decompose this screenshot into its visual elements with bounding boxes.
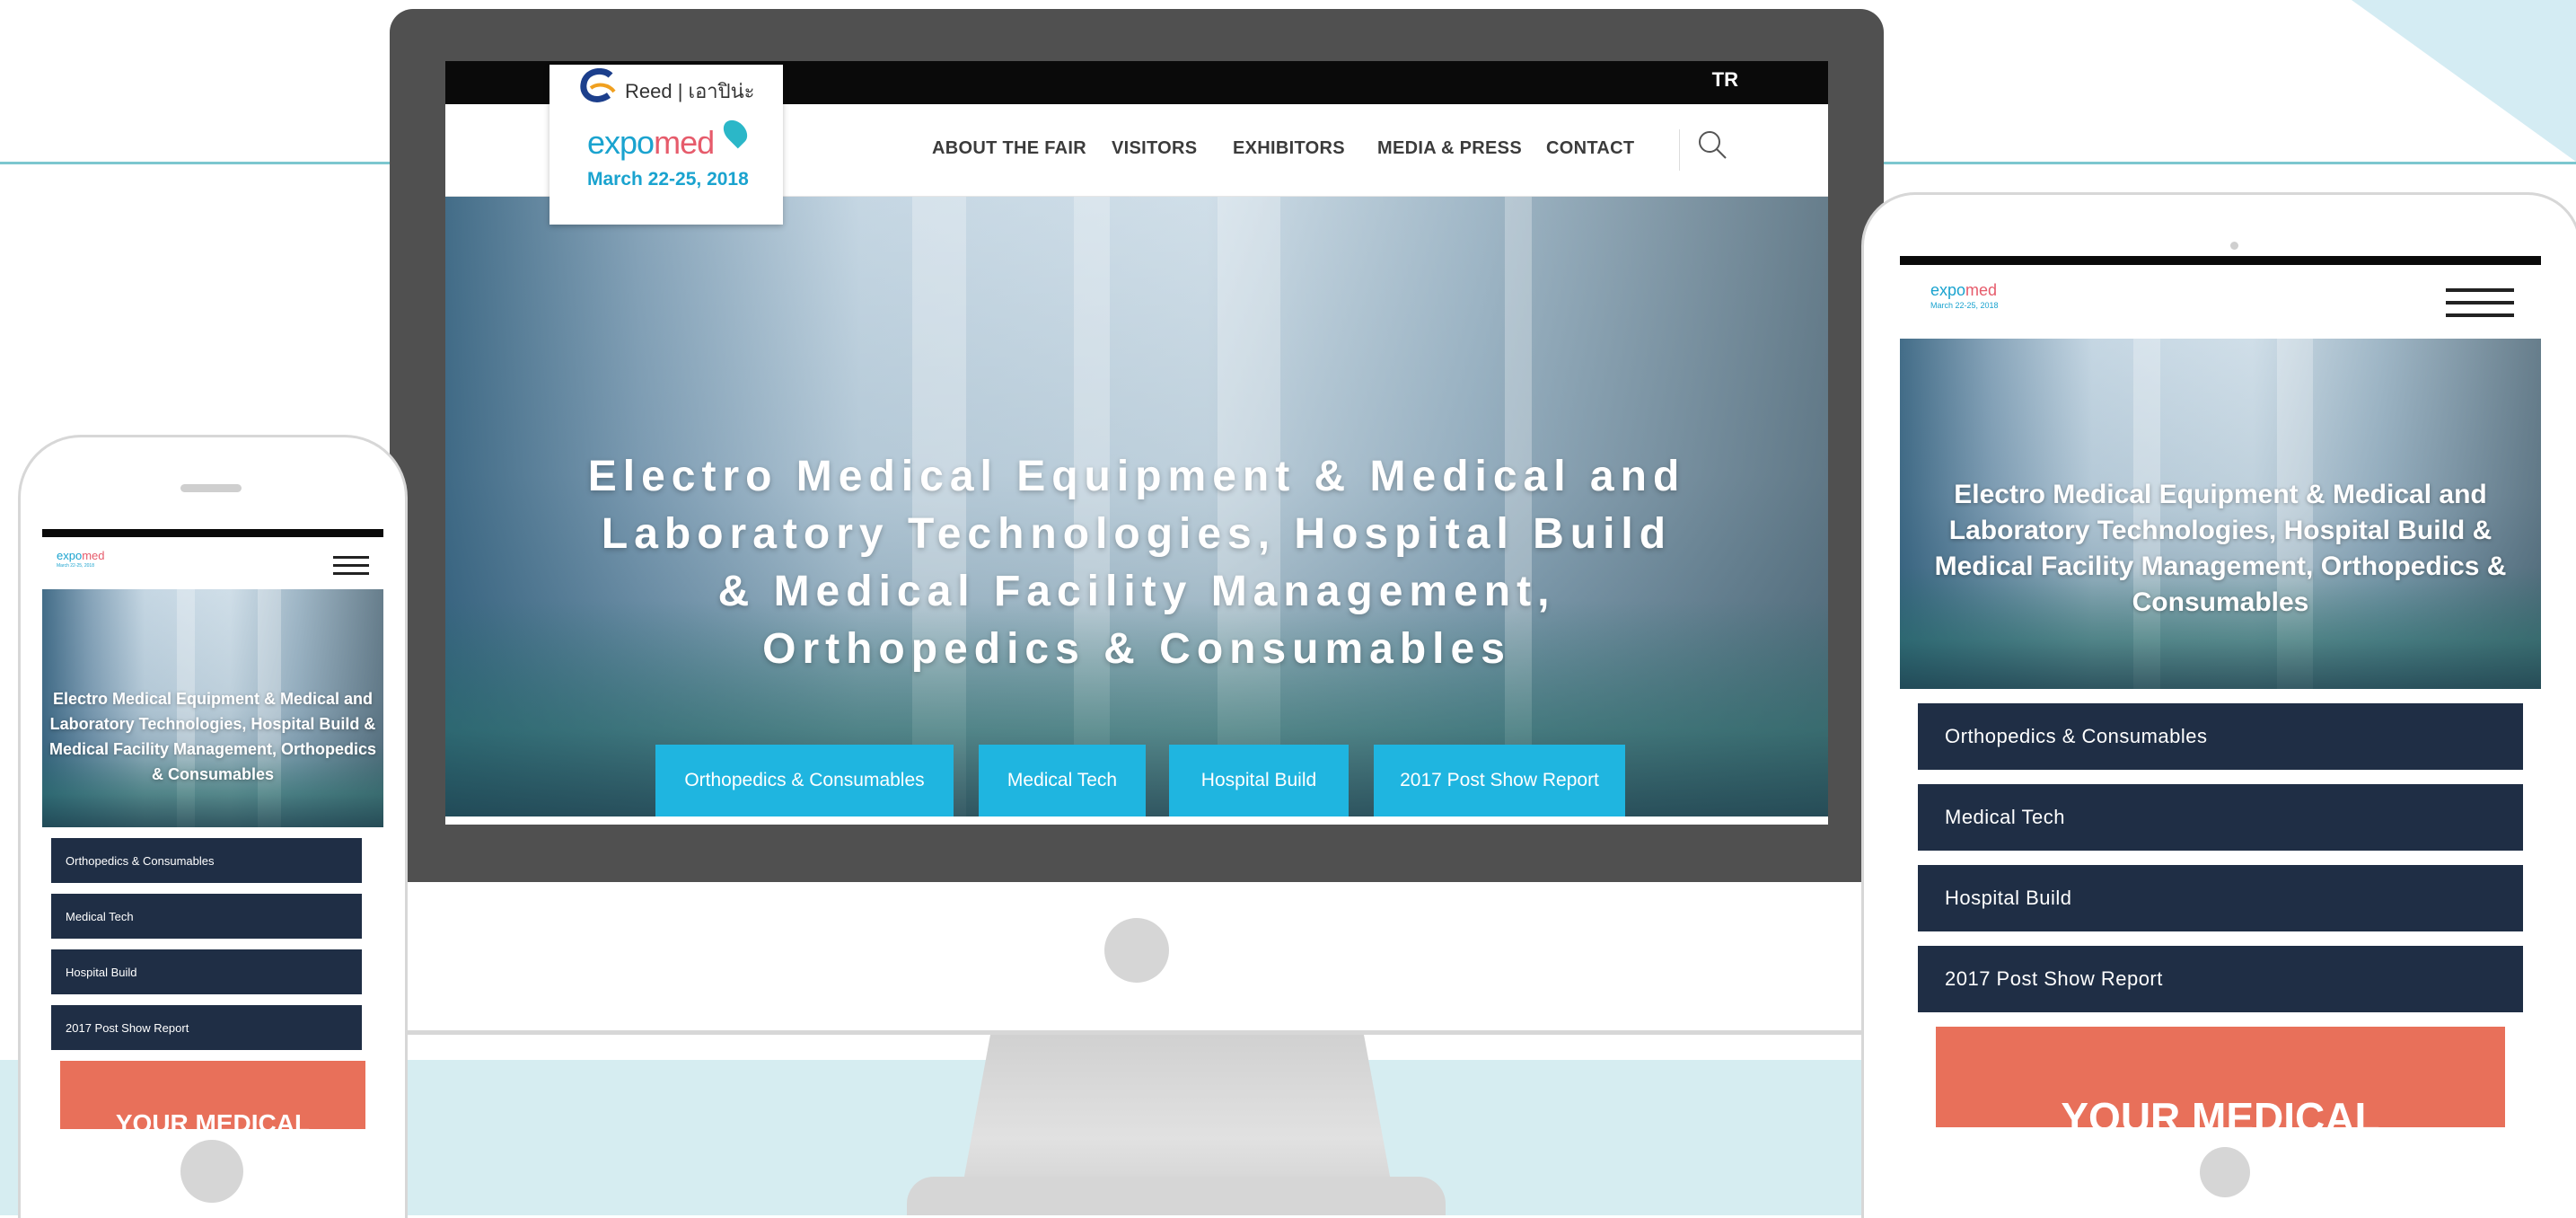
tablet-button-post-show-report[interactable]: 2017 Post Show Report [1918, 946, 2523, 1012]
phone-hero-title: Electro Medical Equipment & Medical and … [48, 690, 377, 783]
phone-logo[interactable]: expomed [57, 549, 105, 562]
phone-button-post-show-report[interactable]: 2017 Post Show Report [51, 1005, 362, 1050]
tablet-device: expomed March 22-25, 2018 Electro Medica… [1861, 192, 2576, 1218]
tablet-button-medical-tech[interactable]: Medical Tech [1918, 784, 2523, 851]
phone-device: expomed March 22-25, 2018 Electro Medica… [18, 435, 408, 1218]
phone-button-orthopedics[interactable]: Orthopedics & Consumables [51, 838, 362, 883]
tablet-home-button [2200, 1147, 2250, 1197]
tablet-hero-title: Electro Medical Equipment & Medical and … [1934, 480, 2507, 617]
phone-hero: Electro Medical Equipment & Medical and … [42, 589, 383, 827]
monitor-stand-base [907, 1177, 1446, 1215]
hero-button-hospital-build[interactable]: Hospital Build [1169, 745, 1349, 816]
tablet-button-hospital-build[interactable]: Hospital Build [1918, 865, 2523, 931]
tablet-hero: Electro Medical Equipment & Medical and … [1900, 339, 2541, 689]
search-icon[interactable] [1697, 129, 1728, 160]
nav-visitors[interactable]: VISITORS [1112, 138, 1197, 159]
tablet-topbar [1900, 256, 2541, 265]
phone-home-button [180, 1140, 243, 1203]
tablet-logo-date: March 22-25, 2018 [1930, 301, 1999, 310]
phone-logo-date: March 22-25, 2018 [57, 563, 94, 569]
expomed-wordmark: expomed [587, 124, 715, 161]
reed-suffix: เอาปิน่ะ [688, 80, 755, 102]
phone-screen: expomed March 22-25, 2018 Electro Medica… [42, 529, 383, 1129]
hero-button-medical-tech[interactable]: Medical Tech [979, 745, 1146, 816]
location-pin-icon [718, 115, 752, 149]
phone-topbar [42, 529, 383, 537]
nav-contact[interactable]: CONTACT [1546, 138, 1634, 159]
tablet-camera [2230, 242, 2238, 250]
event-date: March 22-25, 2018 [587, 169, 749, 190]
reed-logo-icon [580, 68, 616, 102]
hero-button-orthopedics[interactable]: Orthopedics & Consumables [655, 745, 954, 816]
tablet-menu-icon[interactable] [2446, 288, 2514, 317]
nav-media-press[interactable]: MEDIA & PRESS [1377, 138, 1522, 159]
tablet-button-orthopedics[interactable]: Orthopedics & Consumables [1918, 703, 2523, 770]
tablet-cta-banner[interactable]: YOUR MEDICAL [1936, 1027, 2505, 1127]
background-triangle [2352, 0, 2576, 162]
tablet-logo[interactable]: expomed [1930, 281, 1997, 300]
tablet-screen: expomed March 22-25, 2018 Electro Medica… [1900, 256, 2541, 1127]
phone-cta-banner[interactable]: YOUR MEDICAL [60, 1061, 365, 1129]
nav-divider [1679, 129, 1680, 171]
desktop-screen: TR ABOUT THE FAIR VISITORS EXHIBITORS ME… [445, 61, 1828, 825]
nav-exhibitors[interactable]: EXHIBITORS [1233, 138, 1345, 159]
phone-button-hospital-build[interactable]: Hospital Build [51, 949, 362, 994]
desktop-hero: Electro Medical Equipment & Medical and … [445, 197, 1828, 816]
phone-menu-icon[interactable] [333, 556, 369, 575]
site-logo[interactable]: Reed | เอาปิน่ะ expomed March 22-25, 201… [549, 65, 783, 225]
reed-label: Reed [625, 80, 673, 102]
phone-speaker [180, 484, 242, 492]
nav-about-the-fair[interactable]: ABOUT THE FAIR [932, 138, 1086, 159]
phone-button-medical-tech[interactable]: Medical Tech [51, 894, 362, 939]
hero-title: Electro Medical Equipment & Medical and … [587, 453, 1686, 673]
hero-button-post-show-report[interactable]: 2017 Post Show Report [1374, 745, 1625, 816]
monitor-power-button [1104, 918, 1169, 983]
language-switch-link[interactable]: TR [1712, 68, 1738, 92]
